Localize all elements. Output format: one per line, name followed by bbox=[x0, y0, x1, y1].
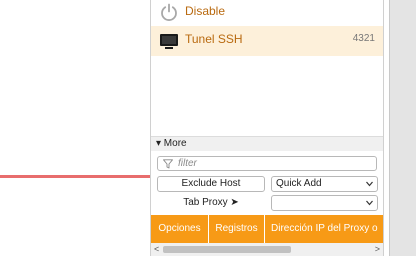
annotation-line bbox=[0, 175, 152, 178]
proxy-item-tunel-ssh[interactable]: Tunel SSH 4321 bbox=[151, 26, 383, 56]
opciones-button[interactable]: Opciones bbox=[151, 215, 209, 243]
filter-field[interactable] bbox=[157, 156, 377, 171]
proxy-item-label: Tunel SSH bbox=[185, 32, 243, 46]
proxy-port: 4321 bbox=[352, 33, 375, 44]
chevron-down-icon bbox=[366, 200, 373, 206]
proxy-popup: Disable Tunel SSH 4321 ▾ More Exclude Ho… bbox=[150, 0, 384, 256]
more-toggle[interactable]: ▾ More bbox=[151, 136, 383, 151]
proxy-item-disable[interactable]: Disable bbox=[151, 0, 383, 24]
filter-input[interactable] bbox=[178, 157, 373, 170]
bottom-toolbar: Opciones Registros Dirección IP del Prox… bbox=[151, 215, 383, 243]
tab-proxy-select[interactable] bbox=[271, 195, 378, 211]
filter-icon bbox=[163, 159, 173, 169]
scroll-thumb[interactable] bbox=[163, 246, 291, 253]
scroll-right-icon[interactable]: > bbox=[375, 245, 380, 254]
exclude-host-button[interactable]: Exclude Host bbox=[157, 176, 265, 192]
monitor-icon bbox=[160, 34, 178, 49]
scroll-left-icon[interactable]: < bbox=[154, 245, 159, 254]
proxy-item-label: Disable bbox=[185, 4, 226, 18]
quick-add-select[interactable]: Quick Add bbox=[271, 176, 378, 192]
quick-add-value: Quick Add bbox=[276, 178, 322, 189]
browser-scrollbar-track[interactable] bbox=[389, 0, 416, 256]
horizontal-scrollbar[interactable]: < > bbox=[151, 243, 383, 256]
power-icon bbox=[161, 3, 177, 21]
chevron-down-icon bbox=[366, 181, 373, 187]
divider bbox=[389, 0, 390, 256]
tab-proxy-label: Tab Proxy ➤ bbox=[183, 197, 239, 208]
registros-button[interactable]: Registros bbox=[209, 215, 265, 243]
direccion-ip-button[interactable]: Dirección IP del Proxy o bbox=[265, 215, 383, 243]
